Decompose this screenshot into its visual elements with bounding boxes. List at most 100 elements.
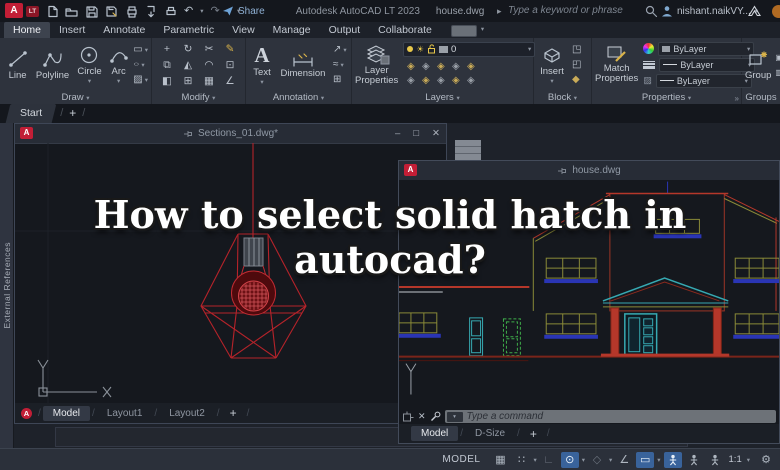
command-input[interactable]: ▾ Type a command [445, 410, 776, 423]
move-tool[interactable]: + [157, 41, 178, 57]
redo-icon[interactable]: ↷ [210, 0, 219, 22]
close-icon[interactable]: ✕ [432, 128, 440, 139]
new-drawing-tab-button[interactable]: + [69, 104, 76, 123]
ungroup-tool[interactable]: ▣ [775, 51, 780, 64]
open-folder-icon[interactable] [65, 5, 78, 18]
layer-tool[interactable]: ◈ [463, 74, 478, 88]
ribbon-display-toggle[interactable] [451, 25, 477, 37]
layout1-tab[interactable]: Layout1 [97, 406, 153, 421]
tab-manage[interactable]: Manage [264, 22, 320, 38]
grid-display-button[interactable]: ▦ [491, 452, 509, 468]
polar-tracking-button[interactable]: ⊙ [561, 452, 579, 468]
scrollbar-thumb[interactable] [455, 140, 481, 162]
insert-block-button[interactable]: Insert ▾ [537, 45, 567, 85]
lineweight-dropdown[interactable]: ByLayer▾ [659, 58, 755, 72]
tab-annotate[interactable]: Annotate [94, 22, 154, 38]
modify-panel-label[interactable]: Modify ▾ [152, 91, 245, 104]
rotate-tool[interactable]: ↻ [178, 41, 199, 57]
hatch-tool[interactable]: ▨▾ [133, 73, 148, 86]
layer-tool[interactable]: ◈ [418, 60, 433, 74]
close-command-icon[interactable]: ✕ [418, 411, 426, 422]
object-color-dropdown[interactable]: ByLayer▾ [658, 42, 754, 56]
undo-chevron-icon[interactable]: ▾ [200, 7, 203, 15]
draw-panel-label[interactable]: Draw ▾ [0, 91, 151, 104]
tab-view[interactable]: View [223, 22, 264, 38]
layer-tool[interactable]: ◈ [448, 60, 463, 74]
circle-tool[interactable]: Circle ▾ [73, 45, 106, 85]
match-properties-button[interactable]: MatchProperties [595, 45, 638, 84]
block-panel-label[interactable]: Block ▾ [534, 91, 591, 104]
maximize-icon[interactable]: □ [413, 128, 419, 139]
layer-select-dropdown[interactable]: ☀ 0 ▾ [403, 42, 535, 57]
tab-output[interactable]: Output [320, 22, 370, 38]
block-define-tool[interactable]: ◰ [572, 58, 581, 71]
share-button[interactable]: Share [222, 0, 265, 22]
array-tool[interactable]: ▦ [199, 73, 220, 89]
revision-cloud-tool[interactable]: ≈▾ [333, 58, 347, 71]
layer-tool[interactable]: ◈ [403, 74, 418, 88]
export-icon[interactable] [145, 5, 157, 18]
scale-chevron-icon[interactable]: ▾ [747, 456, 750, 464]
save-as-icon[interactable] [105, 5, 118, 18]
leader-tool[interactable]: ↗▾ [333, 43, 347, 56]
mirror-tool[interactable]: ◭ [178, 57, 199, 73]
layers-panel-label[interactable]: Layers ▾ [352, 91, 533, 104]
rectangle-tool[interactable]: ▭▾ [133, 43, 148, 56]
new-layout-button[interactable]: + [222, 406, 245, 420]
start-tab[interactable]: Start [6, 104, 57, 123]
new-file-icon[interactable] [46, 5, 58, 18]
print-icon[interactable] [164, 5, 177, 18]
polyline-tool[interactable]: Polyline [32, 49, 73, 81]
offset-tool[interactable]: ⊡ [220, 57, 241, 73]
annotation-panel-label[interactable]: Annotation ▾ [246, 91, 351, 104]
tab-parametric[interactable]: Parametric [154, 22, 223, 38]
circle-chevron-icon[interactable]: ▾ [88, 77, 91, 85]
line-tool[interactable]: Line [3, 49, 32, 81]
house-window-titlebar[interactable]: A house.dwg [399, 161, 779, 181]
layer-tool[interactable]: ◈ [433, 60, 448, 74]
text-tool[interactable]: A Text ▾ [249, 44, 275, 86]
autodesk-logo-icon[interactable] [748, 5, 761, 17]
external-references-palette[interactable]: External References [0, 123, 14, 448]
layer-tool[interactable]: ◈ [448, 74, 463, 88]
tab-home[interactable]: Home [4, 22, 50, 38]
block-attributes-tool[interactable]: ◆ [572, 73, 581, 86]
object-snap-button[interactable]: ▭ [636, 452, 654, 468]
tab-insert[interactable]: Insert [50, 22, 94, 38]
autocad-logo-icon[interactable]: A [5, 3, 23, 18]
house-command-line[interactable]: ✕ ▾ Type a command [399, 408, 779, 425]
ortho-mode-button[interactable]: ∟ [540, 452, 558, 468]
model-tab[interactable]: Model [43, 406, 90, 421]
layer-tool[interactable]: ◈ [463, 60, 478, 74]
d-size-tab[interactable]: D-Size [465, 426, 515, 441]
annotation-scale-button[interactable] [706, 452, 724, 468]
trim-tool[interactable]: ✂ [199, 41, 220, 57]
iso-chevron-icon[interactable]: ▾ [609, 456, 612, 464]
plot-icon[interactable] [125, 5, 138, 18]
stretch-tool[interactable]: ◧ [157, 73, 178, 89]
groups-panel-label[interactable]: Groups [742, 91, 780, 104]
properties-expander-icon[interactable]: » [735, 94, 739, 103]
wrench-icon[interactable] [430, 411, 441, 422]
snap-mode-button[interactable]: ∷ [512, 452, 530, 468]
sections-window-titlebar[interactable]: A Sections_01.dwg* – □ ✕ [15, 124, 446, 144]
search-input[interactable]: Type a keyword or phrase [508, 3, 638, 19]
table-tool[interactable]: ⊞ [333, 73, 347, 86]
measure-tool[interactable]: ∠ [220, 73, 241, 89]
model-tab[interactable]: Model [411, 426, 458, 441]
linetype-dropdown[interactable]: ByLayer▾ [656, 74, 752, 88]
fillet-tool[interactable]: ◠ [199, 57, 220, 73]
polar-chevron-icon[interactable]: ▾ [582, 456, 585, 464]
copy-tool[interactable]: ⧉ [157, 57, 178, 73]
dimension-tool[interactable]: Dimension [279, 51, 327, 79]
layer-properties-button[interactable]: LayerProperties [355, 44, 398, 86]
object-snap-tracking-button[interactable]: ∠ [615, 452, 633, 468]
ellipse-tool[interactable]: ○▾ [133, 58, 148, 71]
properties-panel-label[interactable]: Properties ▾ [592, 91, 741, 104]
annotation-scale-value[interactable]: 1:1 [727, 454, 744, 465]
group-button[interactable]: Group [745, 49, 771, 81]
search-icon[interactable] [645, 5, 658, 18]
ribbon-toggle-chevron-icon[interactable]: ▾ [481, 22, 484, 38]
layout2-tab[interactable]: Layout2 [159, 406, 215, 421]
undo-icon[interactable]: ↶ [184, 0, 193, 22]
